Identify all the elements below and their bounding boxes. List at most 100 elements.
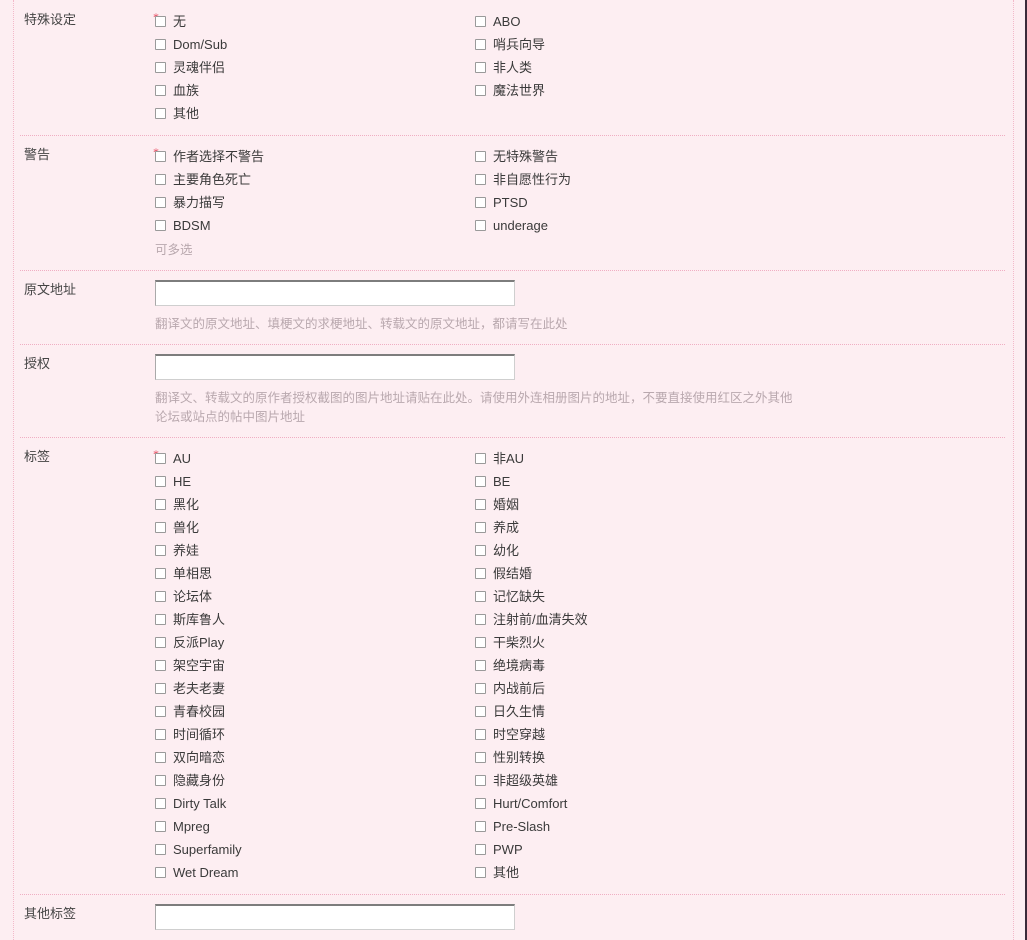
checkbox-icon[interactable]: [155, 16, 166, 27]
checkbox-icon[interactable]: [155, 220, 166, 231]
checkbox-icon[interactable]: [155, 660, 166, 671]
checkbox-option[interactable]: 单相思: [155, 562, 475, 585]
checkbox-icon[interactable]: [475, 453, 486, 464]
checkbox-option[interactable]: Hurt/Comfort: [475, 792, 895, 815]
checkbox-option[interactable]: 时空穿越: [475, 723, 895, 746]
checkbox-icon[interactable]: [475, 706, 486, 717]
checkbox-icon[interactable]: [155, 683, 166, 694]
checkbox-icon[interactable]: [475, 499, 486, 510]
checkbox-option[interactable]: Dirty Talk: [155, 792, 475, 815]
checkbox-option[interactable]: 干柴烈火: [475, 631, 895, 654]
checkbox-option[interactable]: 记忆缺失: [475, 585, 895, 608]
checkbox-option[interactable]: HE: [155, 470, 475, 493]
checkbox-icon[interactable]: [475, 16, 486, 27]
checkbox-option[interactable]: 非人类: [475, 56, 895, 79]
checkbox-option[interactable]: Dom/Sub: [155, 33, 475, 56]
checkbox-icon[interactable]: [475, 798, 486, 809]
checkbox-option[interactable]: 哨兵向导: [475, 33, 895, 56]
checkbox-icon[interactable]: [155, 752, 166, 763]
checkbox-option[interactable]: 双向暗恋: [155, 746, 475, 769]
checkbox-icon[interactable]: [475, 729, 486, 740]
checkbox-icon[interactable]: [155, 591, 166, 602]
checkbox-option[interactable]: 兽化: [155, 516, 475, 539]
checkbox-option[interactable]: 论坛体: [155, 585, 475, 608]
checkbox-option[interactable]: 无特殊警告: [475, 145, 895, 168]
checkbox-option[interactable]: 婚姻: [475, 493, 895, 516]
checkbox-option[interactable]: 内战前后: [475, 677, 895, 700]
checkbox-option[interactable]: 无: [155, 10, 475, 33]
checkbox-option[interactable]: underage: [475, 214, 895, 237]
checkbox-option[interactable]: 暴力描写: [155, 191, 475, 214]
checkbox-option[interactable]: 注射前/血清失效: [475, 608, 895, 631]
checkbox-icon[interactable]: [155, 85, 166, 96]
text-input-source-url[interactable]: [155, 280, 515, 306]
checkbox-icon[interactable]: [475, 752, 486, 763]
checkbox-icon[interactable]: [475, 85, 486, 96]
checkbox-option[interactable]: 假结婚: [475, 562, 895, 585]
checkbox-icon[interactable]: [155, 798, 166, 809]
checkbox-option[interactable]: 魔法世界: [475, 79, 895, 102]
checkbox-option[interactable]: 作者选择不警告: [155, 145, 475, 168]
checkbox-icon[interactable]: [155, 151, 166, 162]
checkbox-icon[interactable]: [475, 775, 486, 786]
checkbox-option[interactable]: 主要角色死亡: [155, 168, 475, 191]
checkbox-icon[interactable]: [155, 453, 166, 464]
checkbox-option[interactable]: BE: [475, 470, 895, 493]
checkbox-option[interactable]: 隐藏身份: [155, 769, 475, 792]
checkbox-option[interactable]: PTSD: [475, 191, 895, 214]
text-input-authorization[interactable]: [155, 354, 515, 380]
checkbox-option[interactable]: 斯库鲁人: [155, 608, 475, 631]
checkbox-icon[interactable]: [155, 729, 166, 740]
checkbox-icon[interactable]: [475, 614, 486, 625]
checkbox-option[interactable]: ABO: [475, 10, 895, 33]
checkbox-icon[interactable]: [155, 568, 166, 579]
checkbox-icon[interactable]: [155, 637, 166, 648]
checkbox-icon[interactable]: [475, 568, 486, 579]
checkbox-option[interactable]: 灵魂伴侣: [155, 56, 475, 79]
checkbox-icon[interactable]: [155, 844, 166, 855]
checkbox-icon[interactable]: [475, 591, 486, 602]
checkbox-option[interactable]: 非超级英雄: [475, 769, 895, 792]
checkbox-icon[interactable]: [155, 614, 166, 625]
checkbox-option[interactable]: 架空宇宙: [155, 654, 475, 677]
checkbox-option[interactable]: Mpreg: [155, 815, 475, 838]
checkbox-icon[interactable]: [475, 522, 486, 533]
checkbox-icon[interactable]: [475, 174, 486, 185]
checkbox-icon[interactable]: [475, 683, 486, 694]
checkbox-icon[interactable]: [475, 39, 486, 50]
checkbox-option[interactable]: Pre-Slash: [475, 815, 895, 838]
text-input-other-tags[interactable]: [155, 904, 515, 930]
checkbox-icon[interactable]: [155, 821, 166, 832]
checkbox-option[interactable]: 其他: [155, 102, 475, 125]
checkbox-icon[interactable]: [155, 706, 166, 717]
checkbox-option[interactable]: Superfamily: [155, 838, 475, 861]
checkbox-option[interactable]: Wet Dream: [155, 861, 475, 884]
checkbox-option[interactable]: 时间循环: [155, 723, 475, 746]
checkbox-icon[interactable]: [155, 545, 166, 556]
checkbox-icon[interactable]: [475, 867, 486, 878]
checkbox-icon[interactable]: [155, 108, 166, 119]
checkbox-option[interactable]: 非自愿性行为: [475, 168, 895, 191]
checkbox-icon[interactable]: [155, 62, 166, 73]
checkbox-icon[interactable]: [475, 476, 486, 487]
checkbox-option[interactable]: PWP: [475, 838, 895, 861]
checkbox-option[interactable]: 养娃: [155, 539, 475, 562]
checkbox-option[interactable]: 反派Play: [155, 631, 475, 654]
checkbox-icon[interactable]: [475, 197, 486, 208]
checkbox-option[interactable]: 绝境病毒: [475, 654, 895, 677]
checkbox-icon[interactable]: [475, 821, 486, 832]
checkbox-icon[interactable]: [475, 545, 486, 556]
checkbox-icon[interactable]: [475, 62, 486, 73]
checkbox-icon[interactable]: [475, 844, 486, 855]
checkbox-icon[interactable]: [155, 197, 166, 208]
checkbox-icon[interactable]: [475, 660, 486, 671]
checkbox-option[interactable]: 非AU: [475, 447, 895, 470]
checkbox-icon[interactable]: [155, 499, 166, 510]
checkbox-icon[interactable]: [475, 151, 486, 162]
checkbox-icon[interactable]: [155, 775, 166, 786]
checkbox-option[interactable]: 黑化: [155, 493, 475, 516]
checkbox-option[interactable]: AU: [155, 447, 475, 470]
checkbox-option[interactable]: 血族: [155, 79, 475, 102]
checkbox-icon[interactable]: [155, 867, 166, 878]
checkbox-icon[interactable]: [475, 220, 486, 231]
